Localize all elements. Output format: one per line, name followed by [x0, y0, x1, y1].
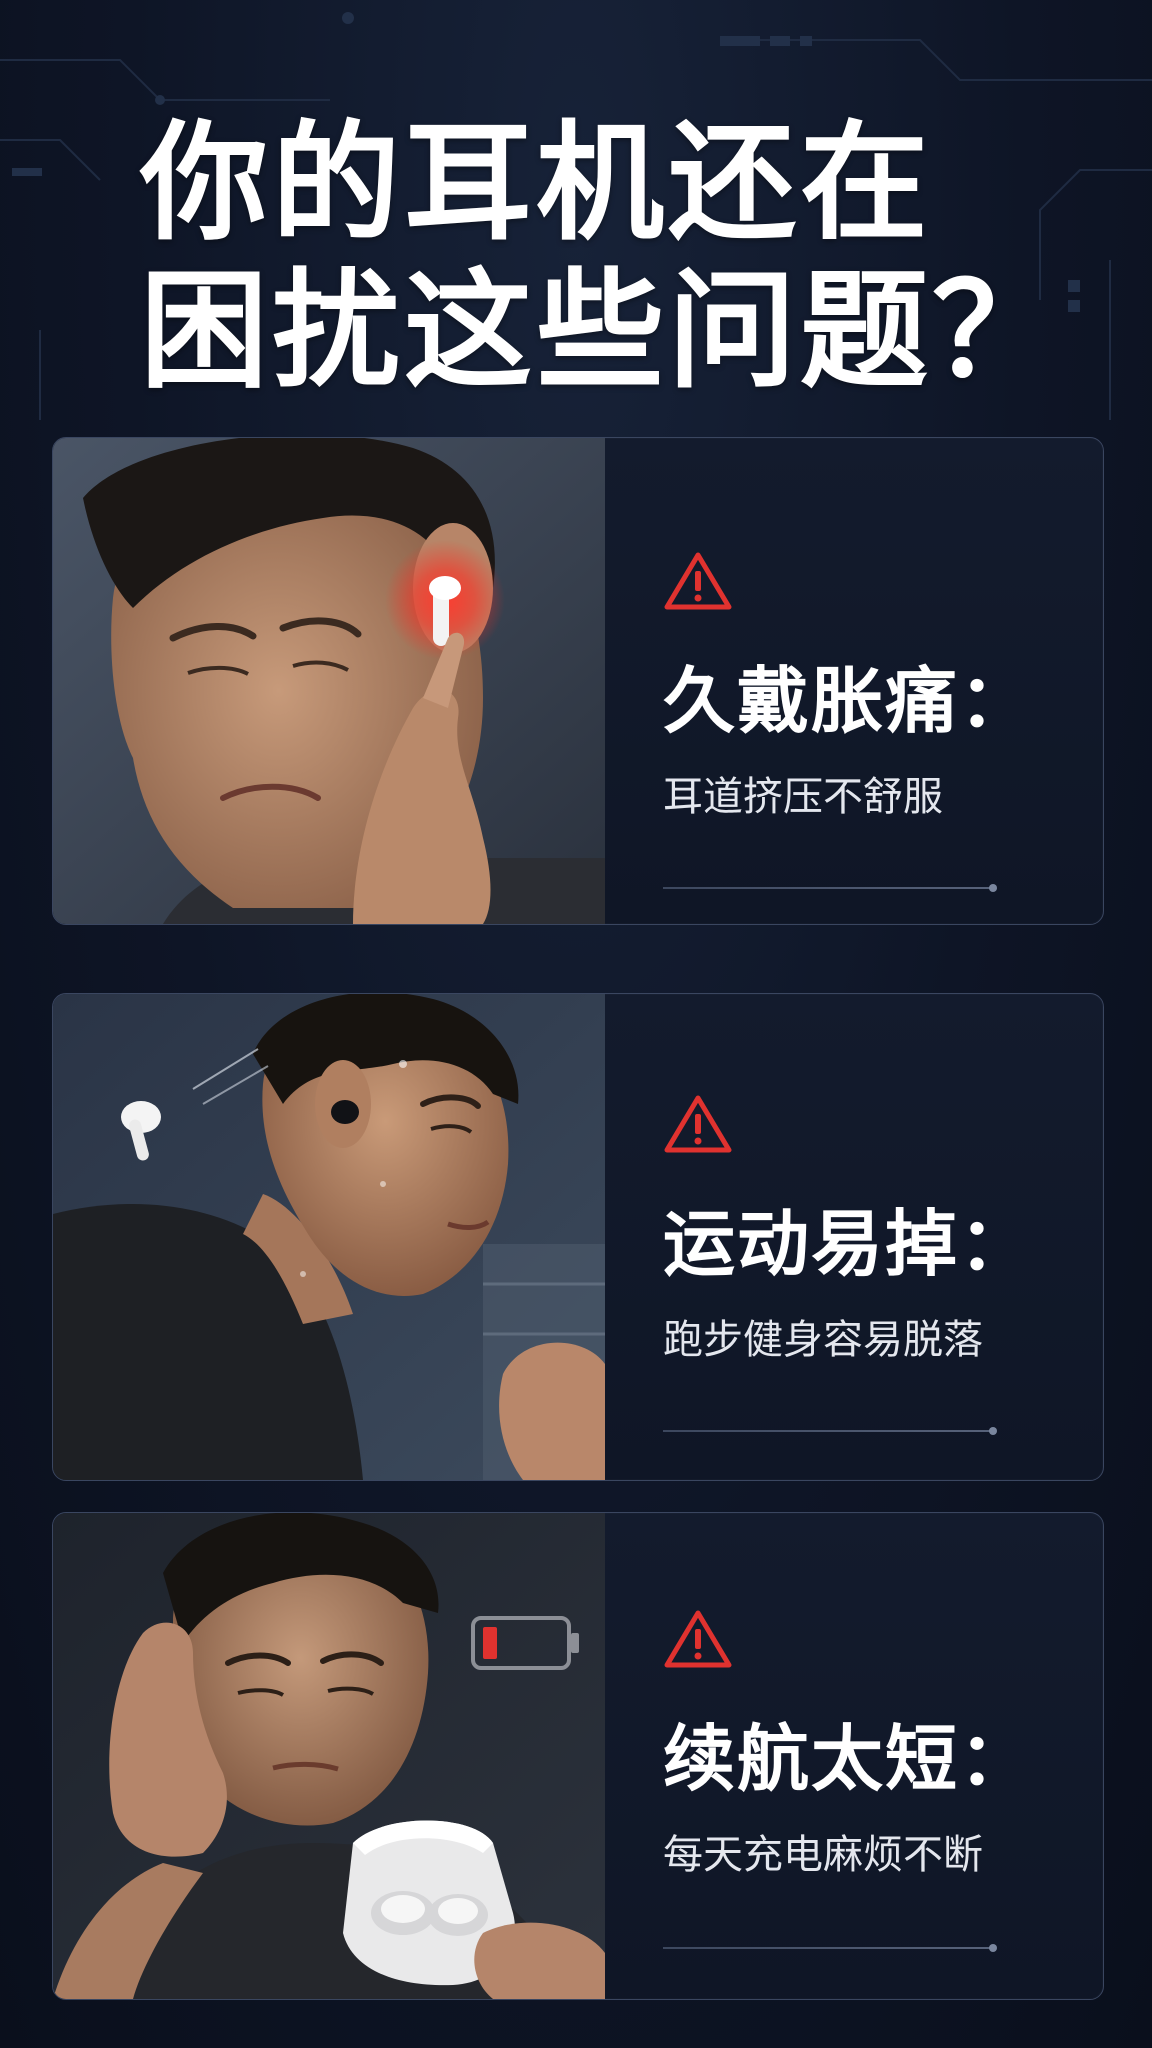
headline-line-2: 困扰这些问题？: [140, 257, 1065, 406]
photo-earbud-falls-out: [53, 994, 605, 1480]
card-title: 续航太短：: [663, 1717, 1034, 1801]
headline-line-1: 你的耳机还在: [140, 109, 933, 258]
card-2-info: 运动易掉： 跑步健身容易脱落: [663, 994, 1083, 1480]
card-3-info: 续航太短： 每天充电麻烦不断: [663, 1513, 1083, 1999]
page: 你的耳机还在 困扰这些问题？ 久戴胀痛： 耳道挤压不舒服 运动易掉： 跑步健身容…: [0, 0, 1152, 2048]
photo-ear-pain: [53, 438, 605, 924]
page-headline: 你的耳机还在 困扰这些问题？: [140, 109, 1065, 406]
problem-card-ear-pain: 久戴胀痛： 耳道挤压不舒服: [52, 437, 1104, 925]
photo-short-battery: [53, 1513, 605, 1999]
card-description: 跑步健身容易脱落: [663, 1317, 983, 1363]
card-divider: [663, 1944, 997, 1952]
card-description: 每天充电麻烦不断: [663, 1832, 983, 1878]
warning-triangle-icon: [664, 552, 732, 610]
warning-triangle-icon: [664, 1610, 732, 1668]
card-description: 耳道挤压不舒服: [663, 774, 943, 820]
problem-card-short-battery: 续航太短： 每天充电麻烦不断: [52, 1512, 1104, 2000]
card-title: 运动易掉：: [663, 1202, 1034, 1286]
card-title: 久戴胀痛：: [663, 659, 1034, 743]
warning-triangle-icon: [664, 1095, 732, 1153]
card-1-info: 久戴胀痛： 耳道挤压不舒服: [663, 438, 1083, 924]
card-divider: [663, 884, 997, 892]
card-divider: [663, 1427, 997, 1435]
problem-card-falls-out: 运动易掉： 跑步健身容易脱落: [52, 993, 1104, 1481]
